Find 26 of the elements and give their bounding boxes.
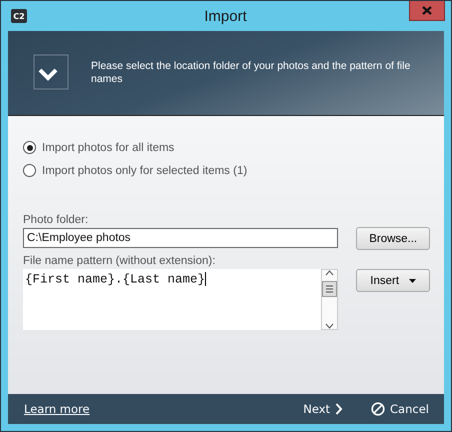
instruction-text: Please select the location folder of your photos and the pattern of file names bbox=[91, 60, 412, 86]
radio-button[interactable] bbox=[23, 164, 36, 177]
pattern-field[interactable]: {First name}.{Last name} bbox=[23, 269, 338, 330]
learn-more-link[interactable]: Learn more bbox=[24, 402, 90, 416]
scroll-up-icon[interactable] bbox=[325, 270, 334, 276]
close-icon bbox=[422, 6, 432, 15]
radio-label: Import photos for all items bbox=[42, 142, 174, 154]
radio-label: Import photos only for selected items (1) bbox=[42, 164, 248, 176]
browse-button[interactable]: Browse... bbox=[356, 227, 430, 250]
cancel-icon bbox=[371, 402, 386, 416]
app-logo: C2 bbox=[11, 9, 27, 23]
cancel-button[interactable]: Cancel bbox=[371, 402, 429, 416]
scrollbar[interactable] bbox=[321, 269, 338, 330]
next-button[interactable]: Next bbox=[303, 402, 344, 416]
folder-field[interactable]: C:\Employee photos bbox=[23, 228, 338, 248]
chevron-right-icon bbox=[335, 403, 344, 415]
field-label: File name pattern (without extension): bbox=[23, 255, 216, 267]
close-button[interactable] bbox=[409, 1, 445, 21]
dropdown-arrow-icon bbox=[409, 278, 416, 282]
window-title: Import bbox=[204, 8, 247, 24]
radio-button[interactable] bbox=[23, 141, 36, 154]
field-label: Photo folder: bbox=[23, 214, 88, 226]
scroll-down-icon[interactable] bbox=[325, 323, 334, 329]
checkmark-icon bbox=[33, 54, 71, 92]
insert-button[interactable]: Insert bbox=[356, 269, 430, 292]
scroll-thumb[interactable] bbox=[322, 280, 338, 296]
